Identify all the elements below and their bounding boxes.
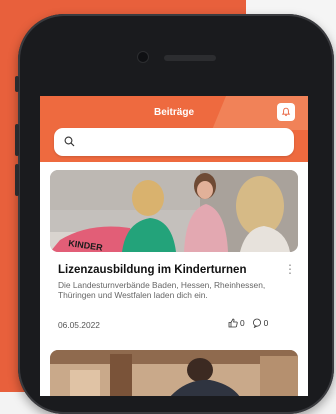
page-title: Beiträge bbox=[153, 107, 194, 118]
app-screen: Beiträge KINDER Lizenzausbildung im Kind… bbox=[40, 96, 308, 396]
next-post-image[interactable] bbox=[50, 350, 298, 396]
likes-stat[interactable]: 0 bbox=[228, 318, 245, 328]
app-header: Beiträge bbox=[40, 96, 308, 162]
phone-speaker bbox=[164, 55, 216, 61]
thumbs-up-icon bbox=[228, 318, 238, 328]
post-title[interactable]: Lizenzausbildung im Kinderturnen bbox=[58, 264, 278, 276]
phone-mute-switch bbox=[15, 76, 19, 92]
post-card[interactable]: KINDER Lizenzausbildung im Kinderturnen … bbox=[50, 170, 298, 346]
likes-count: 0 bbox=[240, 318, 245, 328]
search-input[interactable] bbox=[82, 132, 286, 154]
comments-stat[interactable]: 0 bbox=[252, 318, 269, 328]
more-options-icon[interactable]: ⋮ bbox=[284, 263, 296, 275]
post-stats: 0 0 bbox=[228, 318, 268, 328]
search-bar[interactable] bbox=[54, 128, 294, 156]
post-excerpt: Die Landesturnverbände Baden, Hessen, Rh… bbox=[58, 280, 266, 300]
post-image: KINDER bbox=[50, 170, 298, 252]
comments-count: 0 bbox=[263, 318, 269, 328]
post-date: 06.05.2022 bbox=[58, 320, 100, 330]
bell-icon bbox=[281, 107, 291, 117]
comment-icon bbox=[252, 318, 261, 328]
phone-volume-up bbox=[15, 124, 19, 156]
search-icon bbox=[64, 136, 75, 147]
notifications-button[interactable] bbox=[277, 103, 295, 121]
phone-camera bbox=[138, 52, 148, 62]
phone-volume-down bbox=[15, 164, 19, 196]
